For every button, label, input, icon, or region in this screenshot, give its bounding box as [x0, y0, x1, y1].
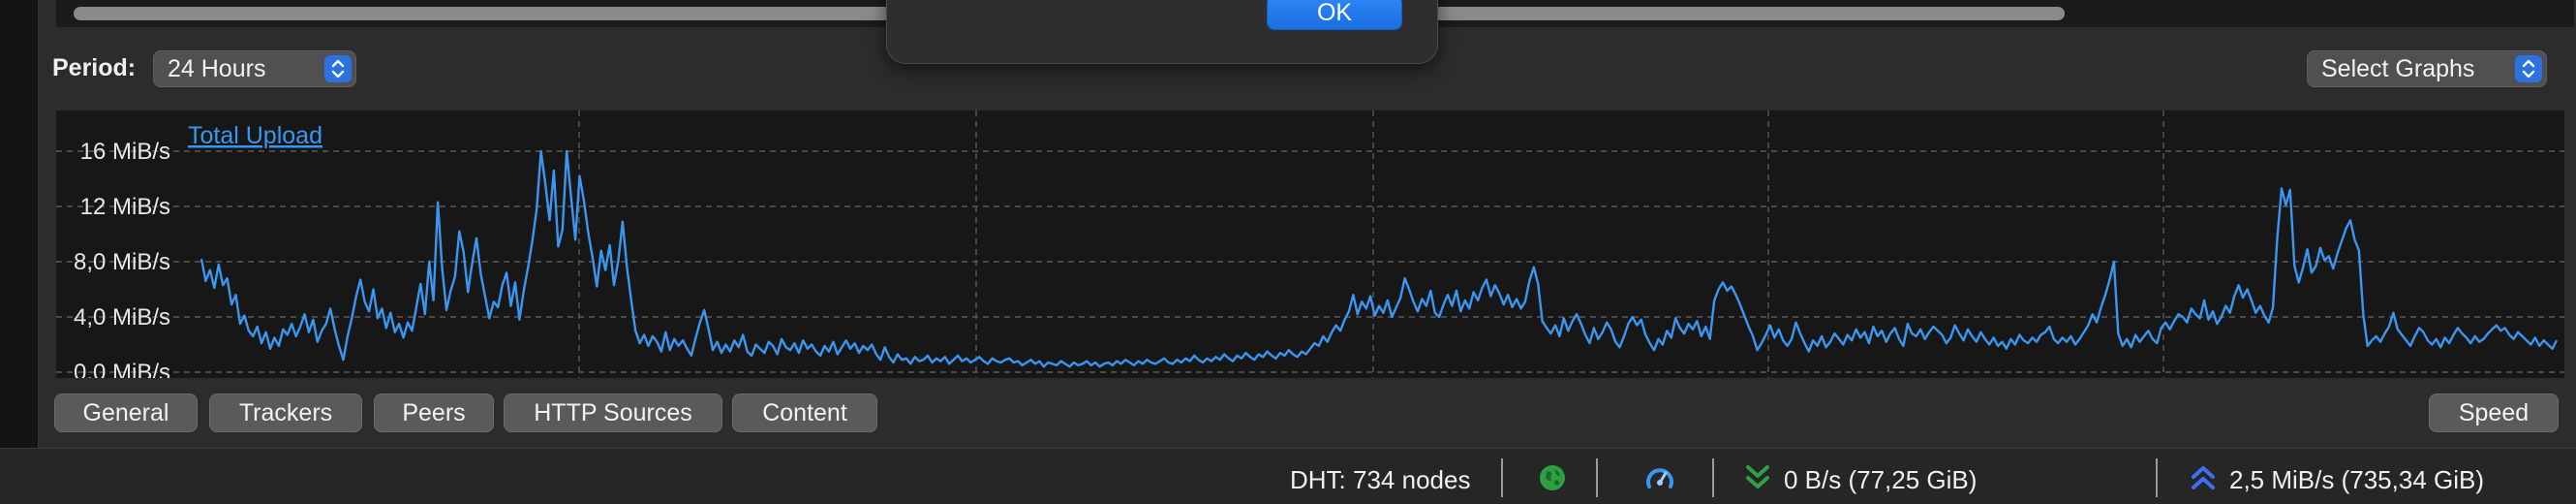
y-tick-label: 12 MiB/s	[80, 194, 170, 220]
tab-peers[interactable]: Peers	[374, 394, 494, 432]
y-tick-label: 8,0 MiB/s	[74, 249, 170, 275]
alert-dialog: OK	[886, 0, 1438, 64]
status-bar: DHT: 734 nodes 0 B/s (77,25 GiB) 2,5 MiB…	[0, 448, 2576, 504]
download-arrows-icon	[1745, 463, 1770, 497]
tab-http-sources[interactable]: HTTP Sources	[504, 394, 722, 432]
download-status: 0 B/s (77,25 GiB)	[1784, 465, 1978, 494]
status-separator	[1501, 458, 1503, 497]
dht-status: DHT: 734 nodes	[1290, 465, 1471, 494]
status-separator	[2156, 458, 2158, 497]
chevron-updown-icon	[324, 55, 352, 82]
select-graphs-value: Select Graphs	[2321, 55, 2475, 82]
side-panel-edge	[0, 0, 39, 448]
speed-button[interactable]: Speed	[2429, 394, 2559, 432]
chevron-updown-icon	[2515, 55, 2542, 82]
properties-panel: Period: 24 Hours Select Graphs 16 MiB/s 1…	[39, 0, 2576, 448]
legend-total-upload[interactable]: Total Upload	[188, 122, 322, 149]
y-tick-label: 16 MiB/s	[80, 139, 170, 165]
upload-arrows-icon	[2191, 463, 2216, 497]
select-graphs-popup[interactable]: Select Graphs	[2307, 50, 2547, 87]
tab-general[interactable]: General	[54, 394, 198, 432]
globe-icon[interactable]	[1538, 463, 1567, 497]
torrent-properties-window: Period: 24 Hours Select Graphs 16 MiB/s 1…	[0, 0, 2576, 504]
y-tick-label: 0,0 MiB/s	[74, 360, 170, 378]
status-separator	[1712, 458, 1714, 497]
ok-button[interactable]: OK	[1267, 0, 1402, 30]
speedometer-icon[interactable]	[1644, 463, 1675, 497]
series-line-total-upload	[199, 149, 2559, 368]
speed-graph: 16 MiB/s 12 MiB/s 8,0 MiB/s 4,0 MiB/s 0,0 Mi…	[56, 110, 2564, 378]
period-label: Period:	[52, 54, 137, 81]
speed-graph-svg: 16 MiB/s 12 MiB/s 8,0 MiB/s 4,0 MiB/s 0,0 Mi…	[56, 110, 2564, 378]
y-tick-label: 4,0 MiB/s	[74, 304, 170, 331]
status-separator	[1596, 458, 1598, 497]
period-select[interactable]: 24 Hours	[153, 50, 356, 87]
period-select-value: 24 Hours	[168, 55, 266, 82]
tab-content[interactable]: Content	[732, 394, 877, 432]
upload-status: 2,5 MiB/s (735,34 GiB)	[2229, 465, 2484, 494]
tab-trackers[interactable]: Trackers	[209, 394, 362, 432]
